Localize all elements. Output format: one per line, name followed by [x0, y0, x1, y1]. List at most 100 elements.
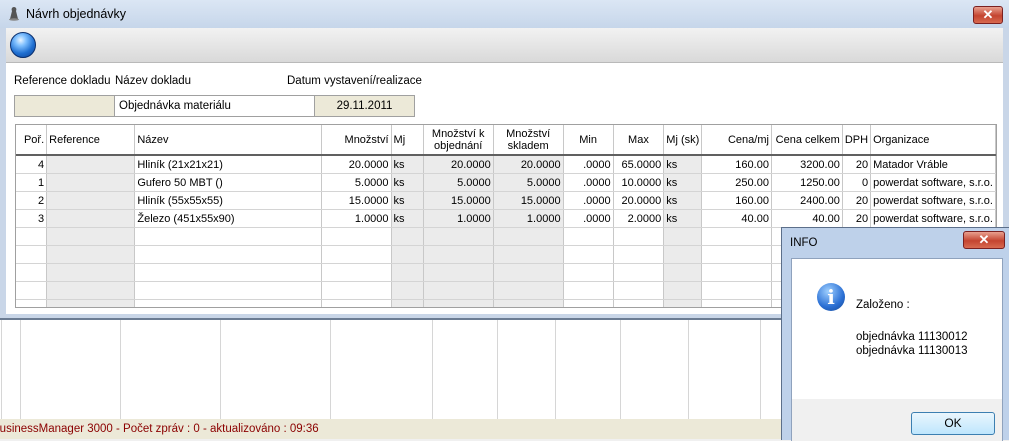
col-header-dph[interactable]: DPH: [842, 125, 872, 156]
cell-mnozstvi-skladem: 20.0000: [493, 155, 564, 174]
date-label: Datum vystavení/realizace: [287, 75, 422, 87]
ok-button[interactable]: OK: [911, 412, 995, 435]
globe-orb-icon[interactable]: [10, 32, 36, 58]
dialog-close-button[interactable]: ✕: [963, 231, 1005, 249]
cell-cena-celkem: 3200.00: [771, 155, 843, 174]
message-created: Založeno :: [856, 299, 910, 311]
col-header-organizace[interactable]: Organizace: [870, 125, 996, 156]
title-bar[interactable]: Návrh objednávky ✕: [0, 0, 1009, 28]
reference-field[interactable]: [14, 95, 115, 117]
cell-nazev: Hliník (55x55x55): [134, 191, 322, 210]
cell-min: .0000: [563, 173, 614, 192]
close-icon: ✕: [978, 232, 990, 247]
col-header-mj-sk[interactable]: Mj (sk): [663, 125, 703, 156]
dialog-title: INFO: [790, 237, 818, 249]
table-row[interactable]: 4 Hliník (21x21x21) 20.0000 ks 20.0000 2…: [16, 155, 996, 174]
col-header-min[interactable]: Min: [563, 125, 614, 156]
cell-reference: [46, 209, 136, 228]
table-row[interactable]: 1 Gufero 50 MBT () 5.0000 ks 5.0000 5.00…: [16, 173, 996, 192]
info-dialog: INFO ✕ i Založeno : objednávka 11130012 …: [781, 227, 1009, 441]
status-text: BusinessManager 3000 - Počet zpráv : 0 -…: [0, 423, 319, 435]
document-name-field[interactable]: Objednávka materiálu: [114, 95, 315, 117]
cell-organizace: powerdat software, s.r.o.: [870, 209, 996, 228]
cell-poradi: 2: [16, 191, 48, 210]
cell-cena-mj: 40.00: [701, 209, 772, 228]
cell-mj-sk: ks: [663, 209, 703, 228]
cell-cena-mj: 160.00: [701, 155, 772, 174]
cell-max: 65.0000: [613, 155, 665, 174]
col-header-cena-mj[interactable]: Cena/mj: [701, 125, 772, 156]
cell-min: .0000: [563, 155, 614, 174]
cell-organizace: powerdat software, s.r.o.: [870, 173, 996, 192]
cell-nazev: Železo (451x55x90): [134, 209, 322, 228]
cell-cena-mj: 160.00: [701, 191, 772, 210]
cell-mnozstvi-skladem: 1.0000: [493, 209, 564, 228]
info-icon: i: [817, 283, 845, 311]
cell-mj-sk: ks: [663, 173, 703, 192]
cell-mj-sk: ks: [663, 155, 703, 174]
col-header-reference[interactable]: Reference: [46, 125, 136, 156]
cell-mnozstvi-k-objednani: 5.0000: [423, 173, 494, 192]
cell-dph: 20: [842, 209, 872, 228]
cell-min: .0000: [563, 209, 614, 228]
date-field[interactable]: 29.11.2011: [314, 95, 415, 117]
col-header-cena-celkem[interactable]: Cena celkem: [771, 125, 843, 156]
name-label: Název dokladu: [115, 75, 192, 87]
cell-mnozstvi: 20.0000: [321, 155, 392, 174]
cell-reference: [46, 173, 136, 192]
col-header-mj[interactable]: Mj: [391, 125, 424, 156]
cell-mj: ks: [391, 191, 424, 210]
cell-min: .0000: [563, 191, 614, 210]
cell-mnozstvi-skladem: 15.0000: [493, 191, 564, 210]
col-header-poradi[interactable]: Poř.: [16, 125, 48, 156]
cell-dph: 20: [842, 155, 872, 174]
close-icon: ✕: [982, 7, 994, 22]
message-order-1: objednávka 11130012: [856, 331, 968, 343]
cell-dph: 20: [842, 191, 872, 210]
table-row[interactable]: 2 Hliník (55x55x55) 15.0000 ks 15.0000 1…: [16, 191, 996, 210]
col-header-max[interactable]: Max: [613, 125, 665, 156]
cell-poradi: 4: [16, 155, 48, 174]
cell-mnozstvi: 1.0000: [321, 209, 392, 228]
cell-mj: ks: [391, 173, 424, 192]
cell-mj-sk: ks: [663, 191, 703, 210]
cell-nazev: Gufero 50 MBT (): [134, 173, 322, 192]
cell-max: 2.0000: [613, 209, 665, 228]
window-title: Návrh objednávky: [26, 7, 127, 21]
cell-mnozstvi-k-objednani: 20.0000: [423, 155, 494, 174]
cell-poradi: 3: [16, 209, 48, 228]
dialog-message-area: i Založeno : objednávka 11130012 objedná…: [792, 259, 1002, 399]
cell-organizace: powerdat software, s.r.o.: [870, 191, 996, 210]
toolbar: [6, 28, 1003, 63]
cell-mnozstvi-k-objednani: 15.0000: [423, 191, 494, 210]
cell-mnozstvi: 15.0000: [321, 191, 392, 210]
cell-reference: [46, 191, 136, 210]
cell-organizace: Matador Vráble: [870, 155, 996, 174]
app-icon: [9, 7, 19, 21]
cell-cena-celkem: 2400.00: [771, 191, 843, 210]
cell-cena-celkem: 1250.00: [771, 173, 843, 192]
cell-mj: ks: [391, 209, 424, 228]
col-header-mnozstvi[interactable]: Množství: [321, 125, 392, 156]
cell-max: 10.0000: [613, 173, 665, 192]
cell-mj: ks: [391, 155, 424, 174]
cell-dph: 0: [842, 173, 872, 192]
table-row[interactable]: 3 Železo (451x55x90) 1.0000 ks 1.0000 1.…: [16, 209, 996, 228]
cell-poradi: 1: [16, 173, 48, 192]
cell-nazev: Hliník (21x21x21): [134, 155, 322, 174]
cell-mnozstvi: 5.0000: [321, 173, 392, 192]
cell-max: 20.0000: [613, 191, 665, 210]
reference-label: Reference dokladu: [14, 75, 111, 87]
message-order-2: objednávka 11130013: [856, 345, 968, 357]
cell-mnozstvi-skladem: 5.0000: [493, 173, 564, 192]
header-row: Poř. Reference Název Množství Mj Množstv…: [16, 125, 996, 156]
col-header-mnozstvi-k-objednani[interactable]: Množství k objednání: [423, 125, 494, 156]
dialog-body: i Založeno : objednávka 11130012 objedná…: [791, 258, 1003, 441]
col-header-mnozstvi-skladem[interactable]: Množství skladem: [493, 125, 564, 156]
close-button[interactable]: ✕: [973, 6, 1003, 24]
col-header-nazev[interactable]: Název: [134, 125, 322, 156]
cell-mnozstvi-k-objednani: 1.0000: [423, 209, 494, 228]
cell-cena-mj: 250.00: [701, 173, 772, 192]
cell-cena-celkem: 40.00: [771, 209, 843, 228]
cell-reference: [46, 155, 136, 174]
